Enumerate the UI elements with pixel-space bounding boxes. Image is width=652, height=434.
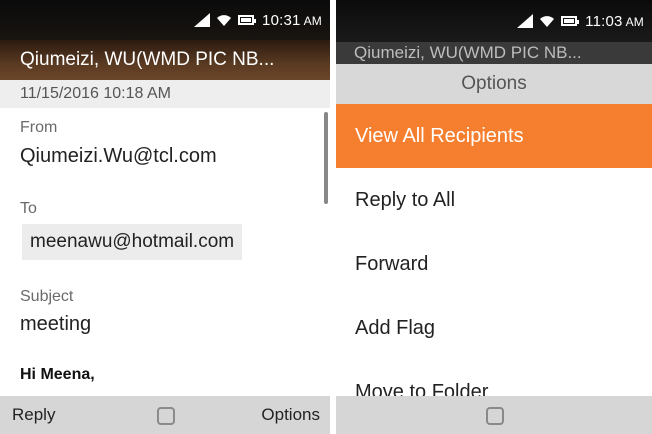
center-select-icon[interactable] (486, 407, 504, 425)
status-time: 10:31 AM (262, 11, 322, 29)
option-add-flag[interactable]: Add Flag (336, 296, 652, 360)
wifi-icon (216, 13, 232, 27)
softkey-bar (336, 396, 652, 434)
scrollbar[interactable] (324, 112, 328, 204)
email-date: 11/15/2016 10:18 AM (0, 80, 330, 108)
status-bar: 10:31 AM (0, 0, 330, 40)
options-menu-screen: 11:03 AM Qiumeizi, WU(WMD PIC NB... Optio… (336, 0, 652, 434)
email-sender-title: Qiumeizi, WU(WMD PIC NB... (0, 40, 330, 80)
subject-label: Subject (20, 288, 74, 305)
to-label: To (20, 200, 37, 217)
recipient-chip[interactable]: meenawu@hotmail.com (22, 224, 243, 260)
dimmed-email-title: Qiumeizi, WU(WMD PIC NB... (336, 42, 652, 64)
signal-icon (194, 13, 211, 27)
options-softkey[interactable]: Options (261, 405, 320, 425)
wifi-icon (539, 14, 555, 28)
battery-icon (561, 16, 580, 26)
option-reply-to-all[interactable]: Reply to All (336, 168, 652, 232)
status-time: 11:03 AM (585, 12, 644, 30)
subject-value: meeting (20, 313, 92, 335)
signal-icon (517, 14, 534, 28)
center-select-icon[interactable] (157, 407, 175, 425)
reply-softkey[interactable]: Reply (12, 405, 55, 425)
status-bar: 11:03 AM (336, 0, 652, 42)
battery-icon (238, 15, 257, 25)
email-body-greeting: Hi Meena, (20, 366, 95, 383)
options-header: Options (336, 64, 652, 104)
from-value[interactable]: Qiumeizi.Wu@tcl.com (20, 145, 217, 168)
option-forward[interactable]: Forward (336, 232, 652, 296)
option-view-all-recipients[interactable]: View All Recipients (336, 104, 652, 168)
softkey-bar: Reply Options (0, 396, 330, 434)
email-detail-screen: 10:31 AM Qiumeizi, WU(WMD PIC NB... 11/15… (0, 0, 330, 434)
from-label: From (20, 119, 58, 136)
